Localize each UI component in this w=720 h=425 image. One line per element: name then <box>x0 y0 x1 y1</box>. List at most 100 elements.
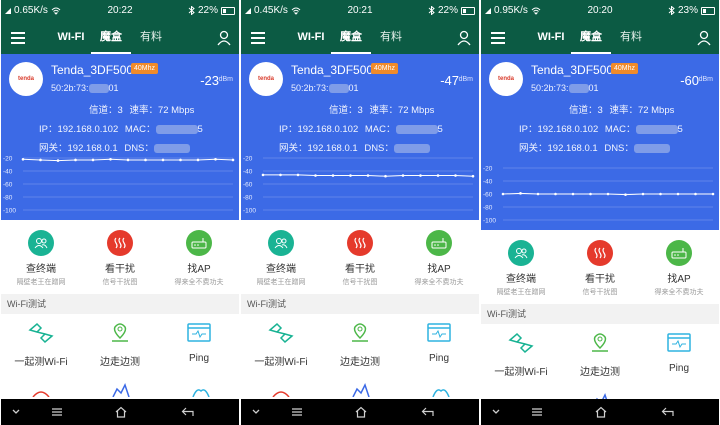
channel-info: 信道：3 速率：72 Mbps <box>569 102 674 116</box>
tool-find-ap[interactable]: 找AP 得来全不费功夫 <box>159 230 239 287</box>
tool-circle <box>587 240 613 266</box>
mac-label: MAC： <box>124 124 156 135</box>
gateway-info: 网关：192.168.0.1 DNS： <box>519 140 670 154</box>
signal-point <box>331 174 335 177</box>
tool-row: 查终端 隔壁老王在蹭网 看干扰 信号干扰图 找AP 得来全不费功夫 <box>1 222 239 292</box>
tool-terminal[interactable]: 查终端 隔壁老王在蹭网 <box>241 230 321 287</box>
next-row-icons <box>1 377 239 398</box>
system-nav-bar <box>241 399 479 425</box>
test-grid: 一起测Wi-Fi 边走边测 Ping <box>241 314 479 374</box>
chevron-down-icon[interactable] <box>9 406 23 418</box>
ip-address: IP：192.168.0.102 <box>519 124 599 135</box>
tool-label: 查终端 <box>506 274 536 285</box>
menu-lines-icon[interactable] <box>290 406 304 418</box>
ip-info: IP：192.168.0.102 MAC： 5 <box>279 121 443 135</box>
tool-interference[interactable]: 看干扰 信号干扰图 <box>80 230 160 287</box>
menu-icon[interactable] <box>251 32 265 44</box>
y-tick-label: -80 <box>243 195 253 202</box>
tool-find-ap[interactable]: 找AP 得来全不费功夫 <box>639 240 719 297</box>
grid-item-group-test[interactable]: 一起测Wi-Fi <box>1 322 81 368</box>
heat-waves-icon <box>114 237 126 249</box>
home-icon[interactable] <box>114 406 128 418</box>
location-pin-icon <box>352 323 368 342</box>
tab-mohe[interactable]: 魔盒 <box>571 22 611 54</box>
tab-mohe[interactable]: 魔盒 <box>331 22 371 54</box>
back-icon[interactable] <box>661 406 675 418</box>
tab-wifi[interactable]: WI-FI <box>531 22 571 54</box>
battery-level: 22% <box>197 5 218 16</box>
y-tick-label: -80 <box>483 205 493 212</box>
gateway: 网关：192.168.0.1 <box>279 143 358 154</box>
map-pin-icon <box>192 389 210 398</box>
redacted-mask <box>568 84 589 94</box>
tab-mohe[interactable]: 魔盒 <box>91 22 131 54</box>
people-icon <box>34 238 48 249</box>
home-icon[interactable] <box>594 406 608 418</box>
grid-item-ping[interactable]: Ping <box>399 322 479 364</box>
signal-unit: dBm <box>218 76 233 83</box>
mac-label: MAC： <box>364 124 396 135</box>
grid-item-ping[interactable]: Ping <box>639 332 719 374</box>
tool-interference[interactable]: 看干扰 信号干扰图 <box>560 240 640 297</box>
dns-label: DNS： <box>604 143 634 154</box>
location-pin-icon <box>592 333 608 352</box>
phone-screen-2: 0.45K/s 20:21 22% WI-FI 魔盒 有料 tenda Tend… <box>241 0 479 425</box>
tool-sub: 信号干扰图 <box>342 279 378 286</box>
dns-label: DNS： <box>364 143 394 154</box>
speed-gauge-icon <box>32 391 50 398</box>
handshake-icon <box>28 322 54 344</box>
grid-item-ping[interactable]: Ping <box>159 322 239 364</box>
user-icon[interactable] <box>217 30 231 46</box>
tab-wifi[interactable]: WI-FI <box>51 22 91 54</box>
tenda-logo: tenda <box>249 62 283 96</box>
menu-icon[interactable] <box>491 32 505 44</box>
grid-item-walk-test[interactable]: 边走边测 <box>560 332 640 378</box>
tool-circle <box>347 230 373 256</box>
home-icon[interactable] <box>354 406 368 418</box>
grid-item-walk-test[interactable]: 边走边测 <box>80 322 160 368</box>
tool-row: 查终端 隔壁老王在蹭网 看干扰 信号干扰图 找AP 得来全不费功夫 <box>481 232 719 302</box>
tool-terminal[interactable]: 查终端 隔壁老王在蹭网 <box>1 230 81 287</box>
menu-lines-icon[interactable] <box>50 406 64 418</box>
bssid-prefix: 50:2b:73: <box>51 83 89 93</box>
chevron-down-icon[interactable] <box>489 406 503 418</box>
menu-lines-icon[interactable] <box>530 406 544 418</box>
tool-label: 查终端 <box>266 264 296 275</box>
y-tick-label: -60 <box>483 192 493 199</box>
signal-point <box>179 158 182 162</box>
tab-youliao[interactable]: 有料 <box>371 22 411 54</box>
signal-point <box>536 192 540 196</box>
status-bar: 0.45K/s 20:21 22% <box>241 0 479 22</box>
tab-wifi[interactable]: WI-FI <box>291 22 331 54</box>
tool-terminal[interactable]: 查终端 隔壁老王在蹭网 <box>481 240 561 297</box>
tool-interference[interactable]: 看干扰 信号干扰图 <box>320 230 400 287</box>
signal-point <box>366 174 370 177</box>
grid-label: Ping <box>188 353 209 364</box>
redacted-mask <box>153 143 190 153</box>
menu-icon[interactable] <box>11 32 25 44</box>
back-icon[interactable] <box>181 406 195 418</box>
tab-youliao[interactable]: 有料 <box>131 22 171 54</box>
grid-item-walk-test[interactable]: 边走边测 <box>320 322 400 368</box>
ping-window-icon <box>427 323 451 342</box>
tab-youliao[interactable]: 有料 <box>611 22 651 54</box>
grid-item-group-test[interactable]: 一起测Wi-Fi <box>481 332 561 378</box>
grid-label: Ping <box>668 363 689 374</box>
tool-circle <box>186 230 212 256</box>
y-tick-label: -40 <box>3 169 13 176</box>
tenda-logo: tenda <box>9 62 43 96</box>
chevron-down-icon[interactable] <box>249 406 263 418</box>
gateway-info: 网关：192.168.0.1 DNS： <box>279 140 430 154</box>
tool-circle <box>426 230 452 256</box>
bluetooth-icon <box>668 6 675 15</box>
phone-screen-1: 0.65K/s 20:22 22% WI-FI 魔盒 有料 tenda Tend… <box>1 0 239 425</box>
grid-item-group-test[interactable]: 一起测Wi-Fi <box>241 322 321 368</box>
back-icon[interactable] <box>421 406 435 418</box>
tool-row: 查终端 隔壁老王在蹭网 看干扰 信号干扰图 找AP 得来全不费功夫 <box>241 222 479 292</box>
tool-find-ap[interactable]: 找AP 得来全不费功夫 <box>399 230 479 287</box>
grid-label: 一起测Wi-Fi <box>14 357 68 368</box>
channel-info: 信道：3 速率：72 Mbps <box>329 102 434 116</box>
user-icon[interactable] <box>697 30 711 46</box>
channel: 信道：3 <box>329 105 363 116</box>
user-icon[interactable] <box>457 30 471 46</box>
